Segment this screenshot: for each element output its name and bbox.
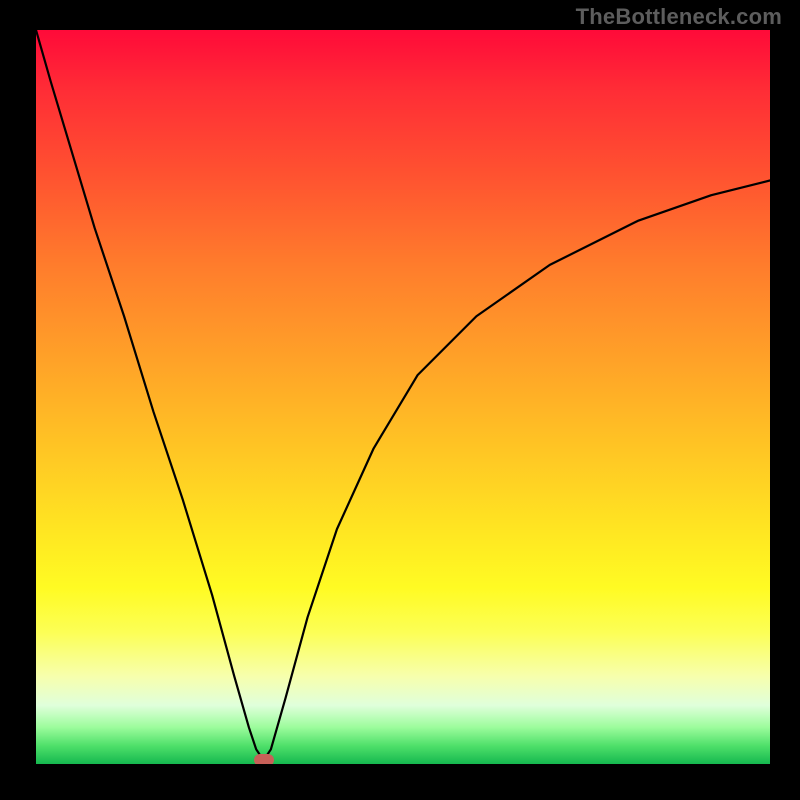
minimum-marker-icon (254, 754, 274, 764)
bottleneck-curve (36, 30, 770, 764)
watermark-text: TheBottleneck.com (576, 4, 782, 30)
chart-frame: TheBottleneck.com (0, 0, 800, 800)
plot-area (36, 30, 770, 764)
